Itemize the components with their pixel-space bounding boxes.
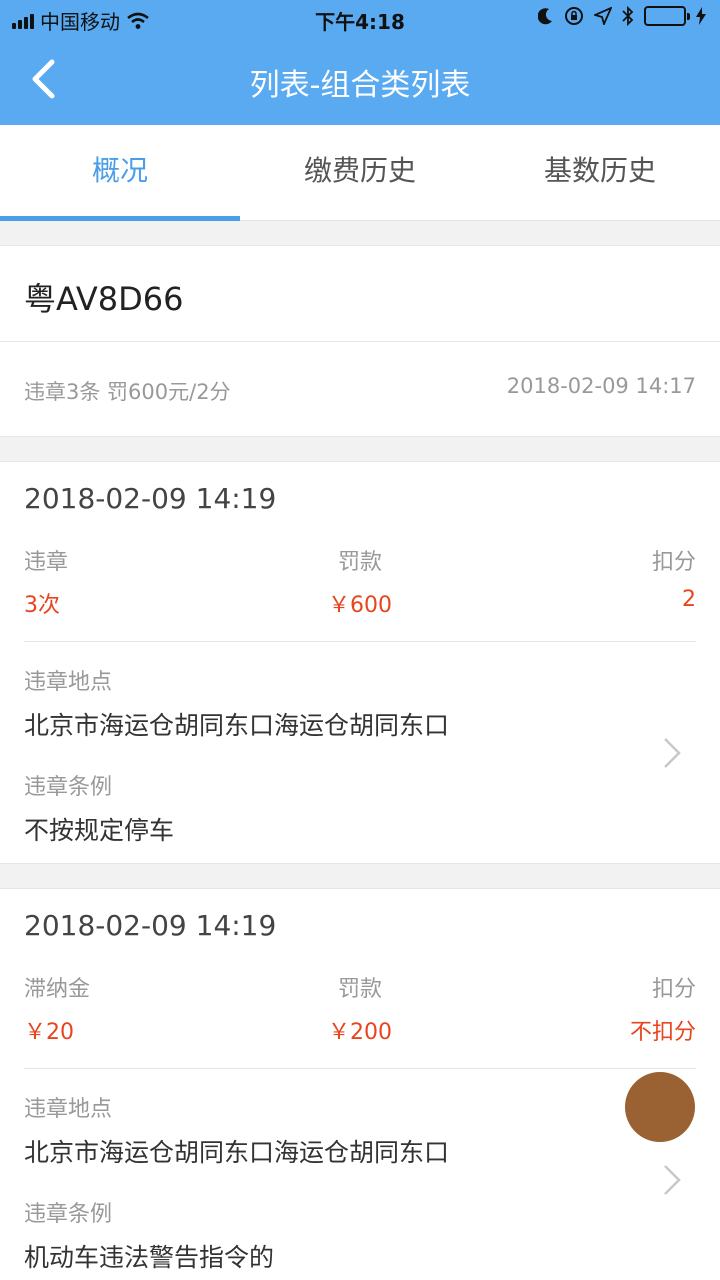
tab-overview[interactable]: 概况 [0, 125, 240, 221]
location-value: 北京市海运仓胡同东口海运仓胡同东口 [24, 1138, 450, 1167]
divider [24, 641, 696, 642]
stat-label-points: 扣分 [651, 977, 696, 1002]
rule-value: 不按规定停车 [24, 816, 175, 845]
stat-label-fine: 罚款 [337, 977, 382, 1002]
rule-label: 违章条例 [24, 1202, 113, 1227]
charging-icon [696, 7, 706, 25]
stat-label-points: 扣分 [651, 550, 696, 575]
violation-summary: 违章3条 罚600元/2分 [24, 380, 231, 404]
stat-label-fine: 罚款 [337, 550, 382, 575]
moon-icon [538, 8, 552, 25]
status-right [538, 6, 706, 26]
floating-action-button[interactable] [625, 1072, 695, 1142]
violation-record-card[interactable]: 2018-02-09 14:19 违章 罚款 扣分 3次 ￥600 2 违章地点… [0, 461, 720, 864]
violation-record-card[interactable]: 2018-02-09 14:19 滞纳金 罚款 扣分 ￥20 ￥200 不扣分 … [0, 888, 720, 1280]
location-value: 北京市海运仓胡同东口海运仓胡同东口 [24, 711, 450, 740]
page-title: 列表-组合类列表 [249, 68, 471, 103]
divider [0, 341, 720, 342]
chevron-right-icon[interactable] [660, 736, 684, 770]
tab-payment-history[interactable]: 缴费历史 [240, 125, 480, 220]
record-date: 2018-02-09 14:19 [24, 909, 277, 942]
stat-value-fine: ￥200 [328, 1020, 392, 1045]
location-arrow-icon [594, 7, 612, 25]
location-label: 违章地点 [24, 1097, 113, 1122]
navigation-bar: 列表-组合类列表 [0, 36, 720, 125]
record-date: 2018-02-09 14:19 [24, 482, 277, 515]
status-bar: 中国移动 下午4:18 [0, 0, 720, 36]
vehicle-card: 粤AV8D66 违章3条 罚600元/2分 2018-02-09 14:17 [0, 245, 720, 437]
updated-time: 2018-02-09 14:17 [506, 374, 696, 398]
stat-value-points: 不扣分 [629, 1020, 696, 1045]
rule-label: 违章条例 [24, 775, 113, 800]
tab-base-history[interactable]: 基数历史 [480, 125, 720, 220]
chevron-right-icon[interactable] [660, 1163, 684, 1197]
stat-value-fine: ￥600 [328, 593, 392, 618]
stat-value-points: 2 [682, 587, 696, 612]
bluetooth-icon [622, 6, 634, 26]
location-label: 违章地点 [24, 670, 113, 695]
rule-value: 机动车违法警告指令的 [24, 1243, 275, 1272]
battery-icon [644, 6, 690, 26]
tab-bar: 概况 缴费历史 基数历史 [0, 125, 720, 221]
rotation-lock-icon [565, 7, 583, 25]
plate-number: 粤AV8D66 [24, 280, 184, 318]
divider [24, 1068, 696, 1069]
